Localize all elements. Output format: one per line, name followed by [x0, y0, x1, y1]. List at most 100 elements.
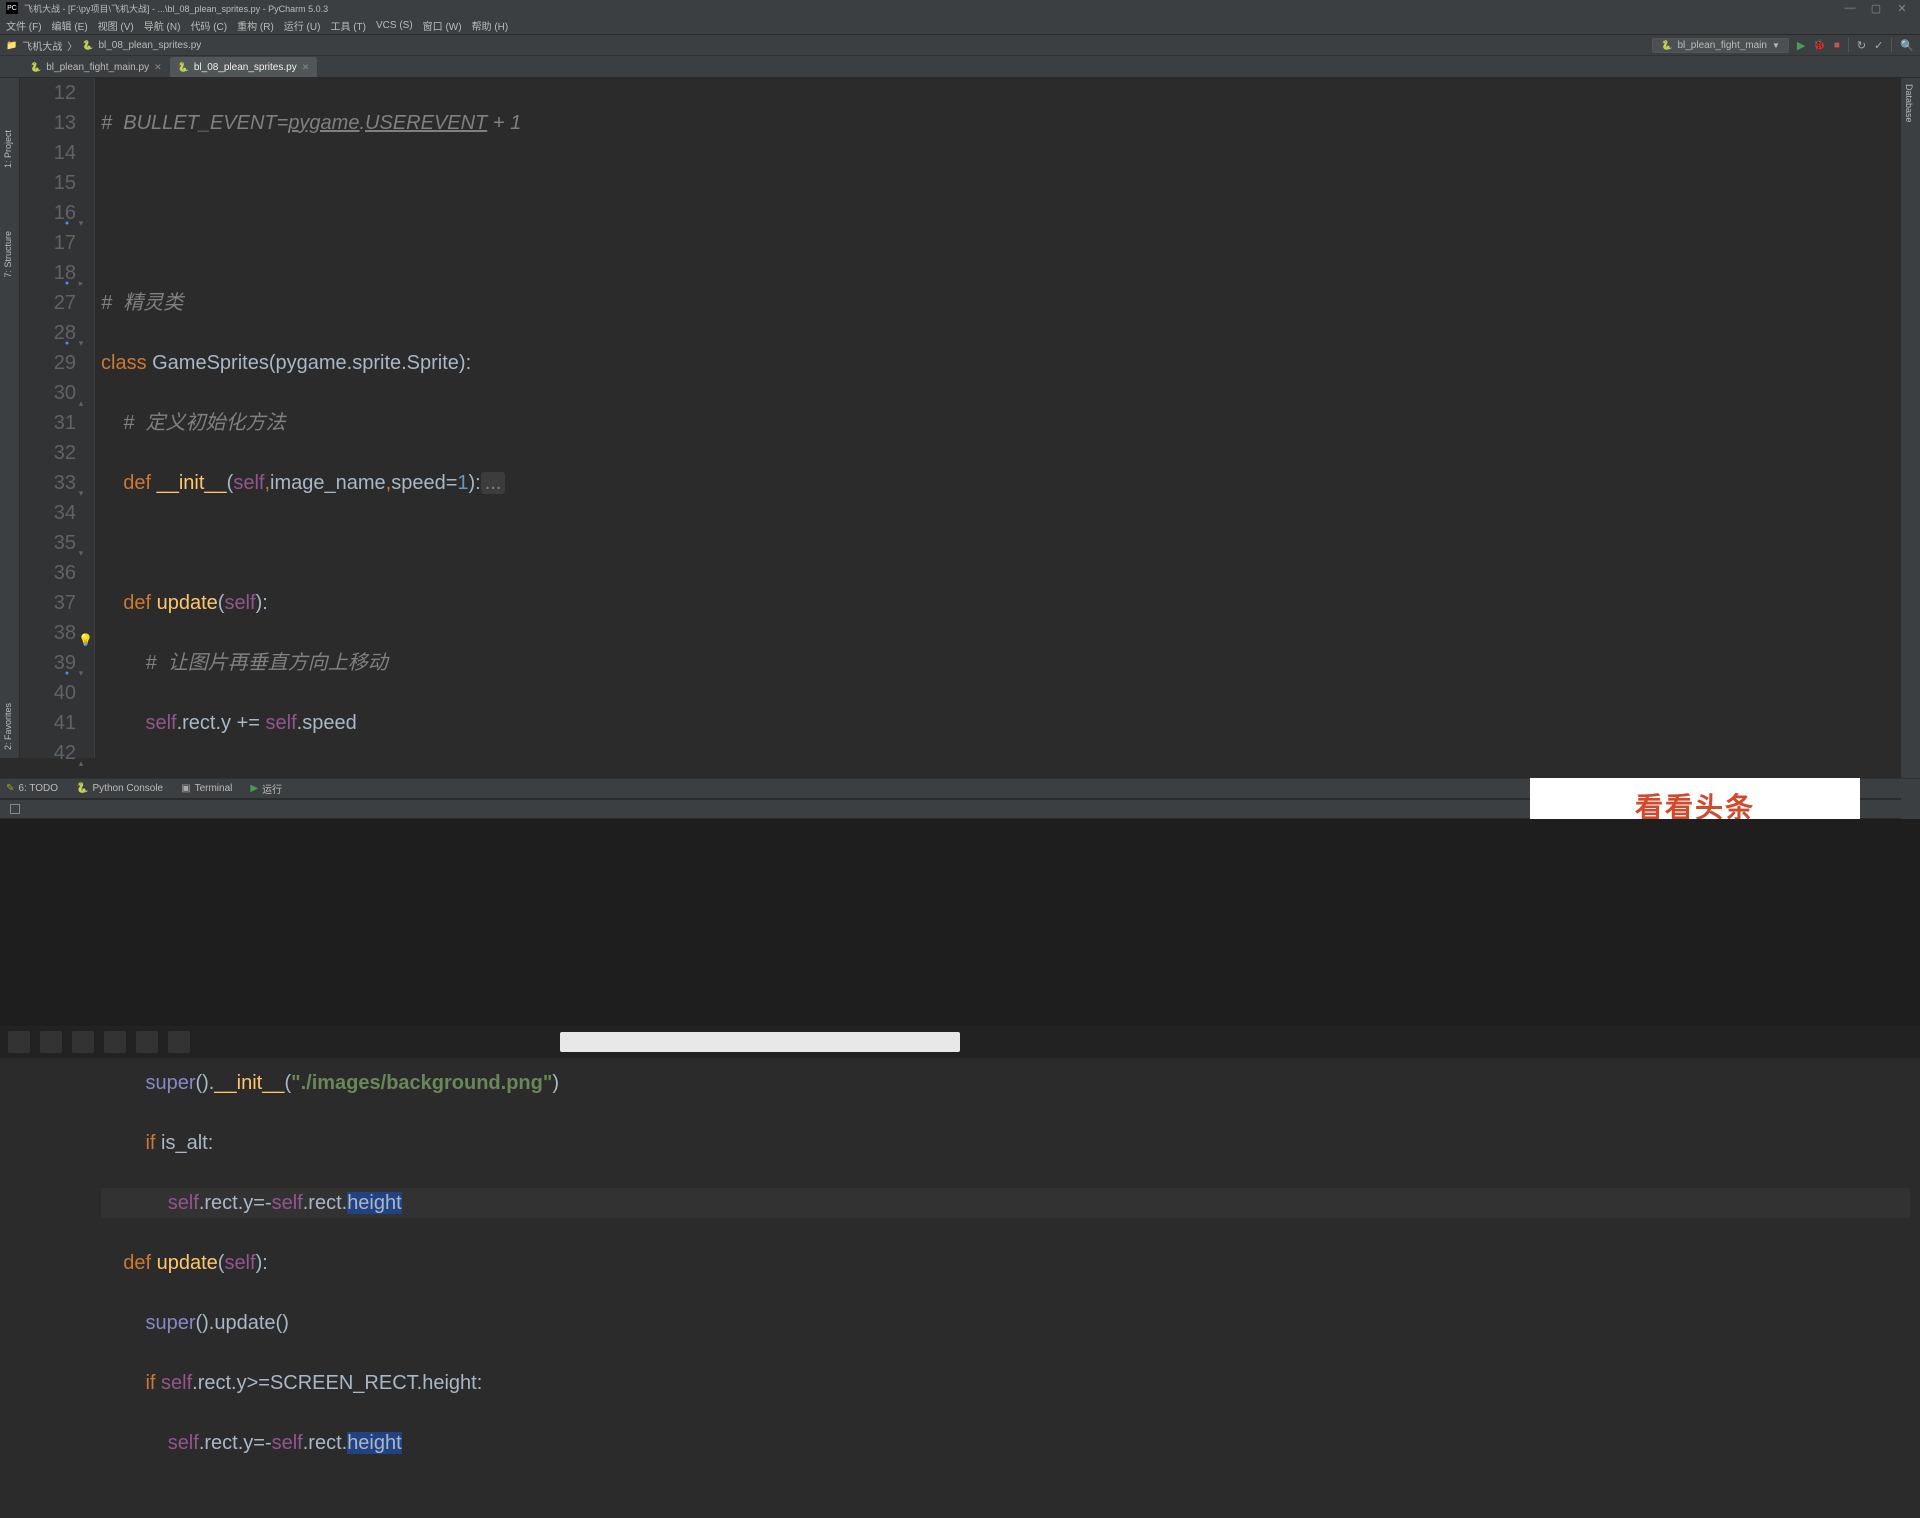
- run-icon: ▶: [250, 783, 258, 794]
- python-file-icon: 🐍: [30, 62, 41, 73]
- tab-close-icon[interactable]: ✕: [302, 62, 310, 73]
- fold-toggle-icon[interactable]: ▸: [74, 268, 88, 298]
- window-title: 飞机大战 - [F:\py项目\飞机大战] - ...\bl_08_plean_…: [24, 2, 328, 15]
- menu-run[interactable]: 运行 (U): [284, 18, 321, 33]
- update-project-icon[interactable]: ↻: [1857, 39, 1866, 52]
- line-number: 27: [20, 288, 76, 318]
- close-button[interactable]: ✕: [1896, 2, 1908, 14]
- taskbar-app-icon[interactable]: [104, 1031, 126, 1053]
- minimize-button[interactable]: ―: [1844, 2, 1856, 14]
- python-console-icon: 🐍: [76, 783, 88, 794]
- run-button-icon[interactable]: ▶: [1797, 39, 1805, 52]
- tab-label: bl_08_plean_sprites.py: [194, 62, 297, 73]
- desktop-area: [0, 819, 1920, 1058]
- title-bar: PC 飞机大战 - [F:\py项目\飞机大战] - ...\bl_08_ple…: [0, 0, 1920, 16]
- editor-area: 1: Project 7: Structure 2: Favorites 12 …: [0, 78, 1920, 758]
- taskbar-app-icon[interactable]: [72, 1031, 94, 1053]
- folded-region[interactable]: ...: [481, 472, 506, 494]
- run-config-label: bl_plean_fight_main: [1677, 40, 1767, 51]
- toolbar-separator: [1891, 38, 1892, 52]
- line-number: 40: [20, 678, 76, 708]
- line-number: 16●▾: [20, 198, 76, 228]
- menu-vcs[interactable]: VCS (S): [376, 20, 413, 31]
- menu-help[interactable]: 帮助 (H): [472, 18, 509, 33]
- toolbar-separator: [1848, 38, 1849, 52]
- menu-navigate[interactable]: 导航 (N): [144, 18, 181, 33]
- line-number: 37: [20, 588, 76, 618]
- line-number: 28●▾: [20, 318, 76, 348]
- line-number: 17: [20, 228, 76, 258]
- folder-icon: 📁: [6, 40, 17, 51]
- tab-file-main[interactable]: 🐍 bl_plean_fight_main.py ✕: [22, 57, 170, 77]
- line-number: 38💡: [20, 618, 76, 648]
- line-number: 41: [20, 708, 76, 738]
- app-icon: PC: [6, 2, 18, 14]
- taskbar-app-icon[interactable]: [40, 1031, 62, 1053]
- tool-window-python-console[interactable]: 🐍Python Console: [76, 783, 163, 794]
- line-number: 31: [20, 408, 76, 438]
- fold-toggle-icon[interactable]: ▾: [74, 538, 88, 568]
- status-indicator-icon[interactable]: [10, 804, 20, 814]
- menu-view[interactable]: 视图 (V): [98, 18, 134, 33]
- run-config-selector[interactable]: 🐍 bl_plean_fight_main ▼: [1652, 38, 1789, 53]
- taskbar-search[interactable]: [560, 1032, 960, 1052]
- code-content[interactable]: # BULLET_EVENT=pygame.USEREVENT + 1 # 精灵…: [95, 78, 1910, 758]
- gutter[interactable]: 12 13 14 15 16●▾ 17 18●▸ 27 28●▾ 29 30▴ …: [20, 78, 95, 758]
- search-everywhere-icon[interactable]: 🔍: [1900, 39, 1914, 52]
- menu-edit[interactable]: 编辑 (E): [52, 18, 88, 33]
- fold-toggle-icon[interactable]: ▴: [74, 748, 88, 778]
- debug-button-icon[interactable]: 🐞: [1813, 40, 1825, 51]
- tool-window-structure[interactable]: 7: Structure: [3, 231, 13, 278]
- tool-window-terminal[interactable]: ▣Terminal: [181, 783, 232, 794]
- tool-window-database[interactable]: Database: [1904, 84, 1914, 123]
- chevron-down-icon: ▼: [1772, 41, 1780, 50]
- breadcrumb-file[interactable]: bl_08_plean_sprites.py: [98, 40, 201, 51]
- editor-tabs: 🐍 bl_plean_fight_main.py ✕ 🐍 bl_08_plean…: [0, 56, 1920, 78]
- maximize-button[interactable]: ▢: [1870, 2, 1882, 14]
- tab-file-sprites[interactable]: 🐍 bl_08_plean_sprites.py ✕: [170, 57, 318, 77]
- python-file-icon: 🐍: [178, 62, 189, 73]
- tab-label: bl_plean_fight_main.py: [46, 62, 149, 73]
- line-number: 42▴: [20, 738, 76, 768]
- tool-window-favorites[interactable]: 2: Favorites: [3, 703, 13, 750]
- line-number: 12: [20, 78, 76, 108]
- code-editor[interactable]: 12 13 14 15 16●▾ 17 18●▸ 27 28●▾ 29 30▴ …: [20, 78, 1920, 758]
- taskbar-app-icon[interactable]: [8, 1031, 30, 1053]
- tab-close-icon[interactable]: ✕: [154, 62, 162, 73]
- line-number: 32: [20, 438, 76, 468]
- line-number: 39●▾: [20, 648, 76, 678]
- line-number: 18●▸: [20, 258, 76, 288]
- tool-window-todo[interactable]: ✎6: TODO: [6, 783, 58, 794]
- line-number: 15: [20, 168, 76, 198]
- tool-window-run[interactable]: ▶运行: [250, 781, 282, 796]
- taskbar-app-icon[interactable]: [168, 1031, 190, 1053]
- tool-window-project[interactable]: 1: Project: [3, 130, 13, 168]
- fold-toggle-icon[interactable]: ▴: [74, 388, 88, 418]
- line-number: 30▴: [20, 378, 76, 408]
- fold-toggle-icon[interactable]: ▾: [74, 658, 88, 688]
- todo-icon: ✎: [6, 783, 14, 794]
- commit-icon[interactable]: ✓: [1874, 39, 1883, 52]
- breadcrumb-sep: 〉: [67, 38, 77, 53]
- python-file-icon: 🐍: [1661, 40, 1672, 51]
- stop-button-icon[interactable]: ■: [1834, 40, 1840, 51]
- taskbar-app-icon[interactable]: [136, 1031, 158, 1053]
- menu-code[interactable]: 代码 (C): [190, 18, 227, 33]
- breadcrumb[interactable]: 📁 飞机大战 〉 🐍 bl_08_plean_sprites.py: [6, 38, 201, 53]
- intention-bulb-icon[interactable]: 💡: [78, 625, 92, 655]
- os-taskbar[interactable]: [0, 1026, 1920, 1058]
- menu-refactor[interactable]: 重构 (R): [237, 18, 274, 33]
- fold-toggle-icon[interactable]: ▾: [74, 328, 88, 358]
- menu-tools[interactable]: 工具 (T): [330, 18, 366, 33]
- terminal-icon: ▣: [181, 783, 190, 794]
- line-number: 33▾: [20, 468, 76, 498]
- menu-file[interactable]: 文件 (F): [6, 18, 42, 33]
- breadcrumb-project[interactable]: 飞机大战: [22, 38, 62, 53]
- menu-bar: 文件 (F) 编辑 (E) 视图 (V) 导航 (N) 代码 (C) 重构 (R…: [0, 16, 1920, 35]
- fold-toggle-icon[interactable]: ▾: [74, 478, 88, 508]
- line-number: 13: [20, 108, 76, 138]
- menu-window[interactable]: 窗口 (W): [423, 18, 462, 33]
- left-tool-stripe: 1: Project 7: Structure 2: Favorites: [0, 78, 20, 758]
- fold-toggle-icon[interactable]: ▾: [74, 208, 88, 238]
- line-number: 35▾: [20, 528, 76, 558]
